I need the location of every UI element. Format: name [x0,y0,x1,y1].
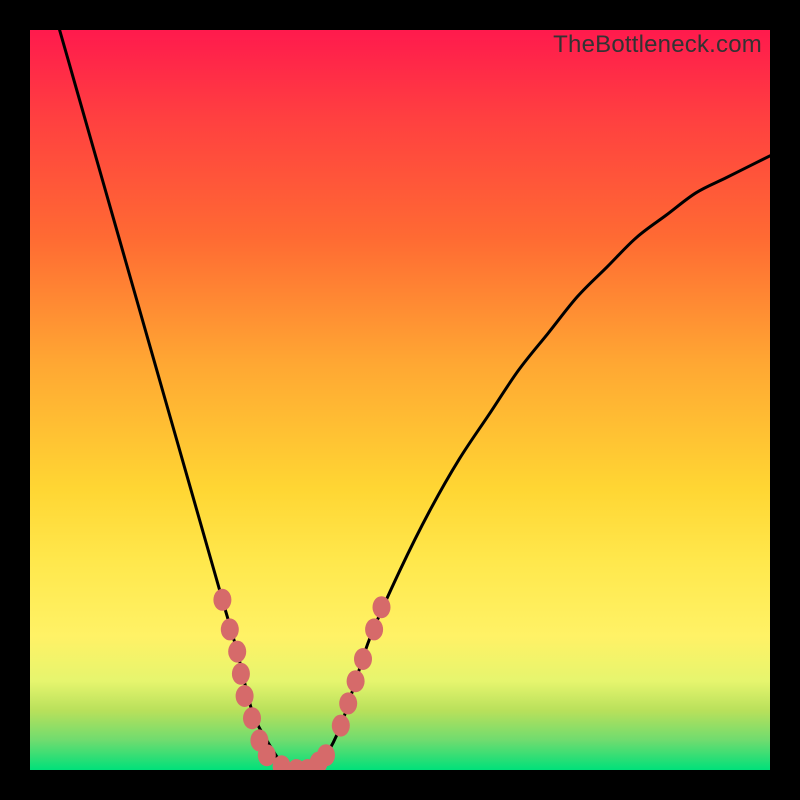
data-marker [354,648,372,670]
chart-overlay-svg [30,30,770,770]
data-marker [339,692,357,714]
data-marker [213,589,231,611]
data-marker [232,663,250,685]
data-marker [332,715,350,737]
plot-area: TheBottleneck.com [30,30,770,770]
data-marker [243,707,261,729]
data-marker [365,618,383,640]
data-marker [373,596,391,618]
bottleneck-curve [60,30,770,770]
data-markers [213,589,390,770]
chart-frame: TheBottleneck.com [0,0,800,800]
data-marker [236,685,254,707]
data-marker [317,744,335,766]
data-marker [221,618,239,640]
data-marker [228,641,246,663]
data-marker [347,670,365,692]
